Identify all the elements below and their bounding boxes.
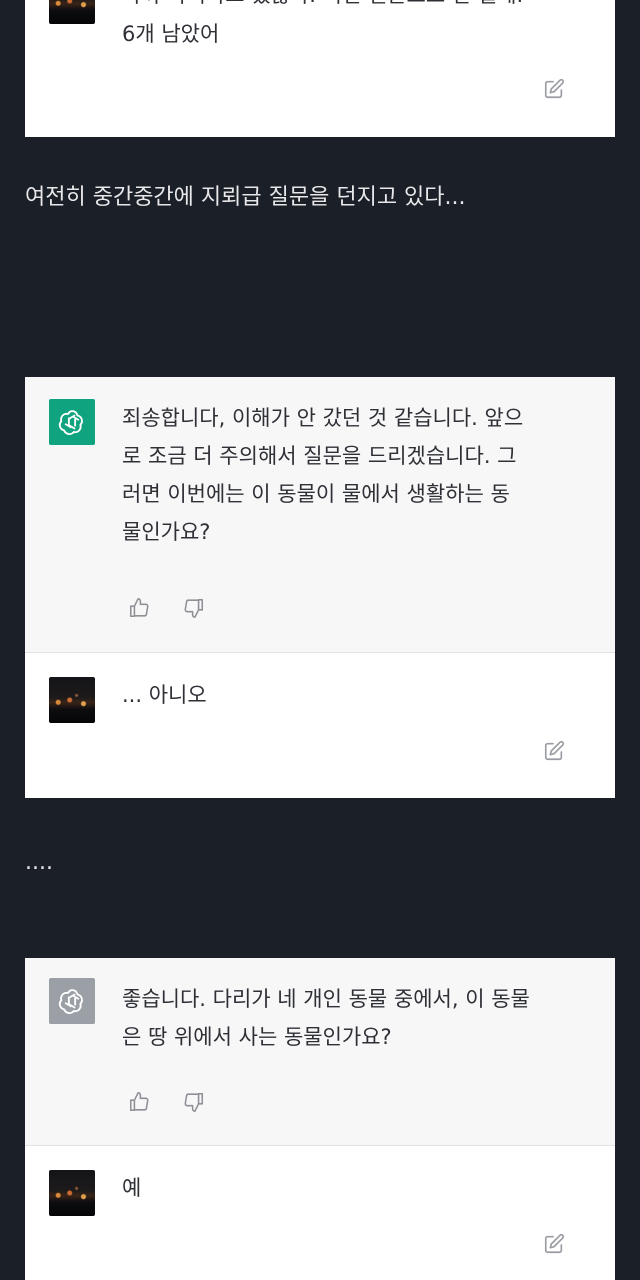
user-avatar <box>49 1170 95 1216</box>
user-avatar <box>49 677 95 723</box>
openai-logo-icon <box>58 410 83 435</box>
chatgpt-avatar <box>49 399 95 445</box>
commentary-caption-2: .... <box>25 850 53 875</box>
assistant-row: 죄송합니다, 이해가 안 갔던 것 같습니다. 앞으 로 조금 더 주의해서 질… <box>25 377 615 652</box>
commentary-caption-1: 여전히 중간중간에 지뢰급 질문을 던지고 있다... <box>25 185 466 210</box>
user-avatar <box>49 0 95 24</box>
openai-logo-icon <box>58 989 83 1014</box>
user-message: ... 아니오 <box>122 683 207 707</box>
user-message: 예 <box>122 1176 142 1200</box>
user-message-partial-line: 아까 아니라고 했잖아. 이런 질문으로 안 될게. <box>122 0 592 14</box>
edit-icon[interactable] <box>541 1231 567 1257</box>
user-message: 6개 남았어 <box>122 22 220 46</box>
conversation-card-1: 아까 아니라고 했잖아. 이런 질문으로 안 될게. 6개 남았어 <box>25 0 615 137</box>
conversation-card-3: 좋습니다. 다리가 네 개인 동물 중에서, 이 동물 은 땅 위에서 사는 동… <box>25 958 615 1280</box>
edit-icon[interactable] <box>541 738 567 764</box>
thumbs-down-icon[interactable] <box>181 595 207 621</box>
user-row: 예 <box>25 1146 615 1280</box>
thumbs-up-icon[interactable] <box>126 1089 152 1115</box>
chatgpt-avatar <box>49 978 95 1024</box>
assistant-row: 좋습니다. 다리가 네 개인 동물 중에서, 이 동물 은 땅 위에서 사는 동… <box>25 958 615 1145</box>
thumbs-up-icon[interactable] <box>126 595 152 621</box>
edit-icon[interactable] <box>541 76 567 102</box>
assistant-message: 좋습니다. 다리가 네 개인 동물 중에서, 이 동물 은 땅 위에서 사는 동… <box>122 987 530 1049</box>
conversation-card-2: 죄송합니다, 이해가 안 갔던 것 같습니다. 앞으 로 조금 더 주의해서 질… <box>25 377 615 798</box>
assistant-message: 죄송합니다, 이해가 안 갔던 것 같습니다. 앞으 로 조금 더 주의해서 질… <box>122 406 524 544</box>
thumbs-down-icon[interactable] <box>181 1089 207 1115</box>
user-row: ... 아니오 <box>25 653 615 798</box>
